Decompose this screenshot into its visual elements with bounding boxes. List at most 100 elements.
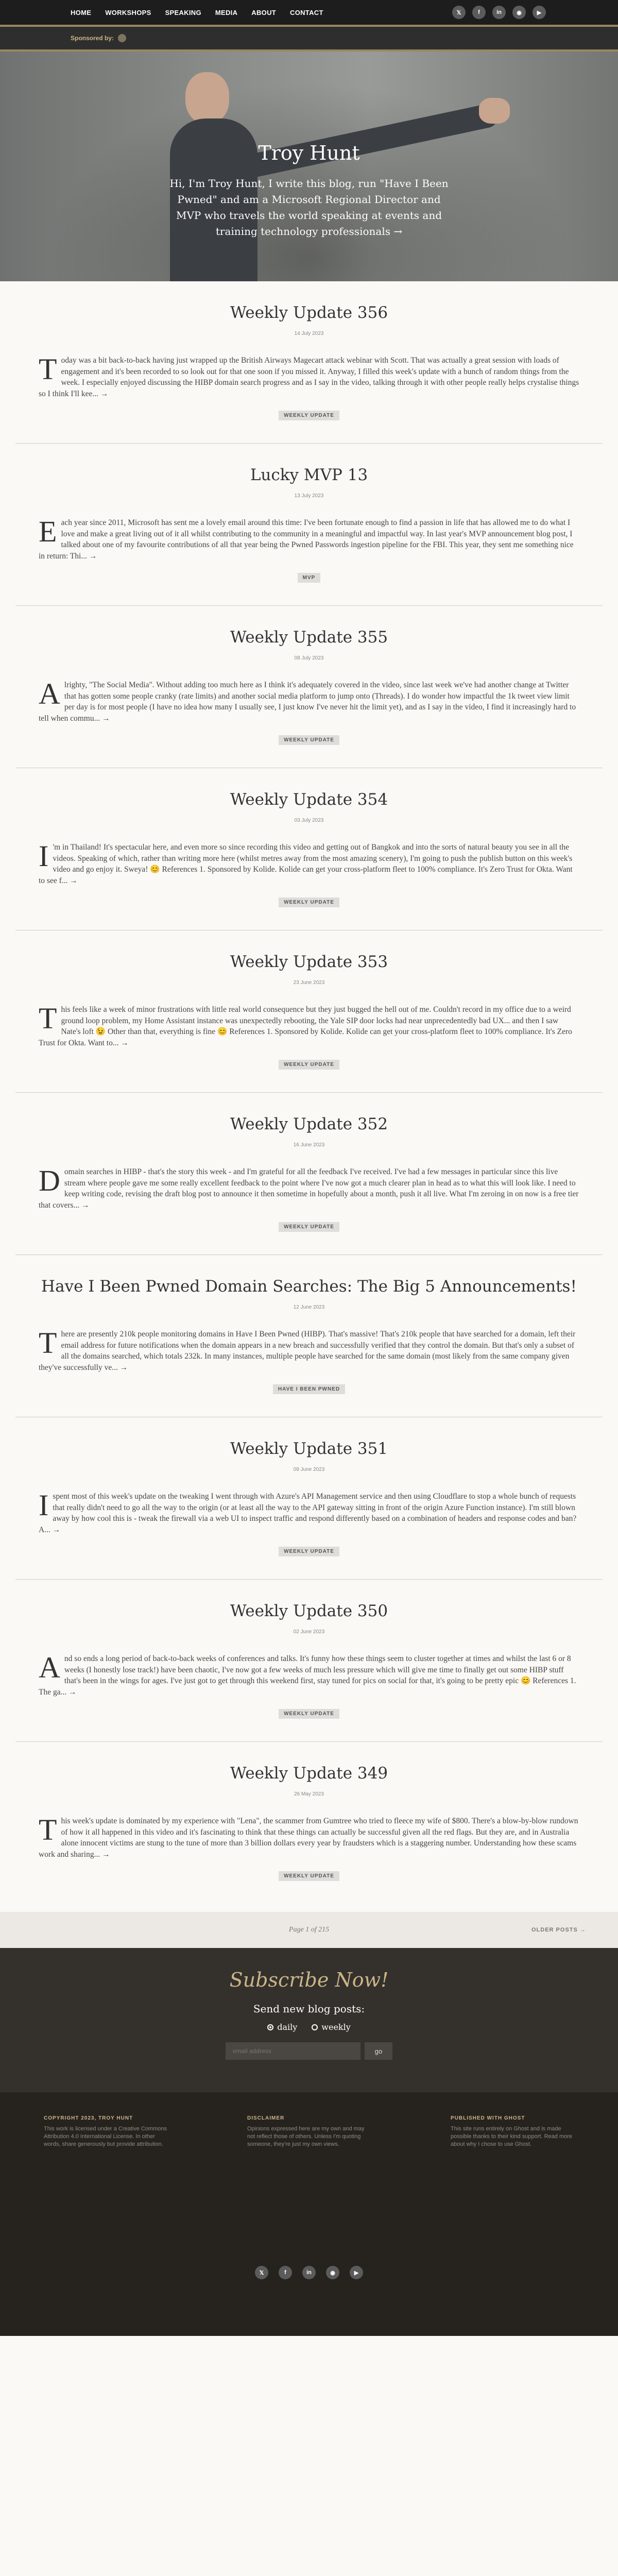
linkedin-icon[interactable]: in — [492, 6, 506, 19]
post-card: Weekly Update 355 08 July 2023 Alrighty,… — [15, 606, 603, 768]
post-tag[interactable]: WEEKLY UPDATE — [279, 1222, 339, 1232]
instagram-icon[interactable]: ◉ — [326, 2266, 339, 2279]
post-title[interactable]: Weekly Update 351 — [15, 1439, 603, 1459]
nav-home[interactable]: HOME — [71, 9, 91, 16]
post-title[interactable]: Weekly Update 350 — [15, 1601, 603, 1621]
excerpt-text[interactable]: oday was a bit back-to-back having just … — [39, 356, 579, 398]
older-posts-link[interactable]: OLDER POSTS → — [531, 1927, 586, 1933]
instagram-icon[interactable]: ◉ — [512, 6, 526, 19]
youtube-icon[interactable]: ▶ — [533, 6, 546, 19]
post-title[interactable]: Weekly Update 356 — [15, 303, 603, 323]
post-card: Weekly Update 349 26 May 2023 This week'… — [15, 1742, 603, 1881]
post-excerpt: Alrighty, "The Social Media". Without ad… — [39, 679, 579, 724]
post-card: Weekly Update 354 03 July 2023 I'm in Th… — [15, 768, 603, 930]
post-tag[interactable]: WEEKLY UPDATE — [279, 1547, 339, 1556]
footer-text: This site runs entirely on Ghost and is … — [451, 2126, 573, 2147]
go-button[interactable]: go — [365, 2042, 392, 2060]
footer-heading: PUBLISHED WITH GHOST — [451, 2115, 525, 2121]
frequency-options: daily weekly — [0, 2022, 618, 2032]
post-tag[interactable]: WEEKLY UPDATE — [279, 735, 339, 745]
nav-workshops[interactable]: WORKSHOPS — [105, 9, 151, 16]
post-title[interactable]: Lucky MVP 13 — [15, 465, 603, 485]
post-card: Weekly Update 351 09 June 2023 I spent m… — [15, 1417, 603, 1580]
post-excerpt: Each year since 2011, Microsoft has sent… — [39, 517, 579, 562]
radio-daily[interactable] — [267, 2024, 274, 2030]
footer-ghost: PUBLISHED WITH GHOST This site runs enti… — [451, 2115, 574, 2148]
post-tag[interactable]: HAVE I BEEN PWNED — [272, 1384, 346, 1394]
post-tag[interactable]: WEEKLY UPDATE — [279, 897, 339, 907]
post-date: 12 June 2023 — [293, 1304, 325, 1310]
footer-text: This work is licensed under a Creative C… — [44, 2126, 167, 2147]
post-tag[interactable]: WEEKLY UPDATE — [279, 1709, 339, 1719]
post-title[interactable]: Weekly Update 352 — [15, 1114, 603, 1134]
post-tag[interactable]: WEEKLY UPDATE — [279, 1871, 339, 1881]
twitter-icon[interactable]: 𝕏 — [255, 2266, 268, 2279]
excerpt-text[interactable]: here are presently 210k people monitorin… — [39, 1330, 575, 1372]
sponsor-logo-icon[interactable] — [118, 34, 127, 42]
excerpt-text[interactable]: spent most of this week's update on the … — [39, 1492, 576, 1534]
site-footer: COPYRIGHT 2023, TROY HUNT This work is l… — [0, 2092, 618, 2336]
post-tag[interactable]: WEEKLY UPDATE — [279, 411, 339, 420]
post-card: Have I Been Pwned Domain Searches: The B… — [15, 1255, 603, 1417]
email-input[interactable] — [226, 2042, 360, 2060]
post-excerpt: There are presently 210k people monitori… — [39, 1328, 579, 1373]
post-card: Lucky MVP 13 13 July 2023 Each year sinc… — [15, 444, 603, 606]
drop-cap: D — [39, 1164, 60, 1197]
post-title[interactable]: Weekly Update 353 — [15, 952, 603, 972]
nav-social: 𝕏 f in ◉ ▶ — [445, 6, 546, 19]
post-date: 23 June 2023 — [293, 980, 325, 986]
hero-intro-link[interactable]: Hi, I'm Troy Hunt, I write this blog, ru… — [165, 176, 453, 240]
radio-weekly[interactable] — [312, 2024, 318, 2030]
excerpt-text[interactable]: nd so ends a long period of back-to-back… — [39, 1654, 576, 1697]
post-excerpt: I'm in Thailand! It's spectacular here, … — [39, 841, 579, 886]
drop-cap: T — [39, 1002, 57, 1035]
drop-cap: T — [39, 352, 57, 386]
post-title[interactable]: Have I Been Pwned Domain Searches: The B… — [15, 1277, 603, 1296]
post-excerpt: This feels like a week of minor frustrat… — [39, 1004, 579, 1048]
sponsor-label: Sponsored by: — [71, 35, 114, 42]
footer-heading: COPYRIGHT 2023, TROY HUNT — [44, 2115, 133, 2121]
nav-media[interactable]: MEDIA — [215, 9, 237, 16]
post-card: Weekly Update 353 23 June 2023 This feel… — [15, 930, 603, 1093]
excerpt-text[interactable]: ach year since 2011, Microsoft has sent … — [39, 518, 574, 561]
daily-option[interactable]: daily — [267, 2022, 297, 2032]
nav-about[interactable]: ABOUT — [251, 9, 276, 16]
post-excerpt: I spent most of this week's update on th… — [39, 1490, 579, 1535]
twitter-icon[interactable]: 𝕏 — [452, 6, 466, 19]
facebook-icon[interactable]: f — [279, 2266, 292, 2279]
facebook-icon[interactable]: f — [472, 6, 486, 19]
excerpt-text[interactable]: his week's update is dominated by my exp… — [39, 1817, 578, 1859]
nav-speaking[interactable]: SPEAKING — [165, 9, 201, 16]
nav-contact[interactable]: CONTACT — [290, 9, 323, 16]
pagination: Page 1 of 215 OLDER POSTS → — [0, 1912, 618, 1948]
footer-social: 𝕏 f in ◉ ▶ — [0, 2266, 618, 2279]
post-excerpt: Today was a bit back-to-back having just… — [39, 352, 579, 399]
excerpt-text[interactable]: lrighty, "The Social Media". Without add… — [39, 681, 576, 723]
post-title[interactable]: Weekly Update 349 — [15, 1764, 603, 1783]
post-tag[interactable]: MVP — [297, 573, 321, 583]
subscribe-subtitle: Send new blog posts: — [253, 2003, 365, 2015]
post-title[interactable]: Weekly Update 355 — [15, 628, 603, 647]
weekly-option[interactable]: weekly — [312, 2022, 351, 2032]
youtube-icon[interactable]: ▶ — [350, 2266, 363, 2279]
excerpt-text[interactable]: omain searches in HIBP - that's the stor… — [39, 1167, 578, 1210]
post-date: 26 May 2023 — [294, 1791, 324, 1797]
post-card: Weekly Update 356 14 July 2023 Today was… — [15, 281, 603, 444]
post-date: 09 June 2023 — [293, 1467, 325, 1472]
post-excerpt: This week's update is dominated by my ex… — [39, 1815, 579, 1860]
hero-photo-hand — [479, 98, 510, 124]
post-card: Weekly Update 350 02 June 2023 And so en… — [15, 1580, 603, 1742]
post-title[interactable]: Weekly Update 354 — [15, 790, 603, 809]
post-card: Weekly Update 352 16 June 2023 Domain se… — [15, 1093, 603, 1255]
subscribe-title: Subscribe Now! — [229, 1969, 389, 1991]
footer-columns: COPYRIGHT 2023, TROY HUNT This work is l… — [44, 2115, 574, 2148]
post-date: 03 July 2023 — [294, 818, 324, 823]
page-indicator: Page 1 of 215 — [288, 1926, 330, 1934]
excerpt-text[interactable]: his feels like a week of minor frustrati… — [39, 1005, 572, 1047]
drop-cap: A — [39, 1651, 60, 1684]
hero-title: Troy Hunt — [258, 142, 360, 164]
excerpt-text[interactable]: 'm in Thailand! It's spectacular here, a… — [39, 843, 573, 885]
hero-banner: Troy Hunt Hi, I'm Troy Hunt, I write thi… — [0, 52, 618, 281]
linkedin-icon[interactable]: in — [302, 2266, 316, 2279]
post-tag[interactable]: WEEKLY UPDATE — [279, 1060, 339, 1070]
